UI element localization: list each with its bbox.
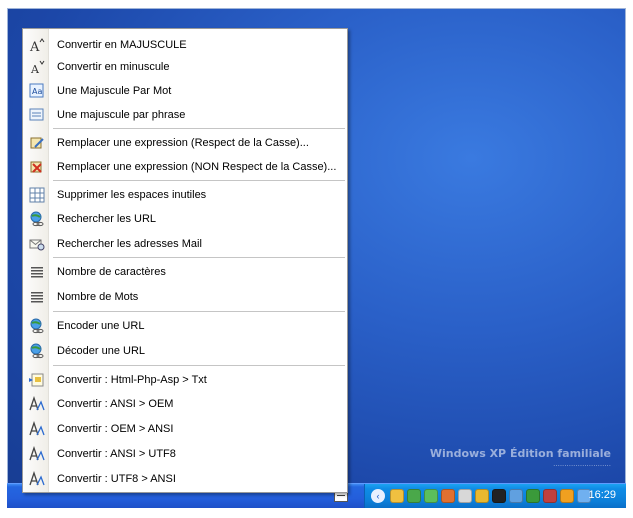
- remove-spaces-icon: [29, 187, 45, 203]
- menu-item-encode-url[interactable]: Encoder une URL: [25, 315, 345, 337]
- capitalize-word-icon: Aa: [29, 83, 45, 99]
- menu-separator: [53, 180, 345, 181]
- menu-separator: [53, 128, 345, 129]
- menu-item-decode-url[interactable]: Décoder une URL: [25, 340, 345, 362]
- menu-item-label: Convertir : Html-Php-Asp > Txt: [57, 374, 207, 386]
- menu-item-label: Rechercher les URL: [57, 213, 157, 225]
- charset-convert-icon: [29, 471, 45, 487]
- menu-item-label: Remplacer une expression (Respect de la …: [57, 137, 309, 149]
- menu-item-utf8-to-ansi[interactable]: Convertir : UTF8 > ANSI: [25, 468, 345, 490]
- replace-case-icon: [29, 135, 45, 151]
- menu-item-ansi-to-utf8[interactable]: Convertir : ANSI > UTF8: [25, 443, 345, 465]
- tray-app-icon[interactable]: [441, 489, 455, 503]
- tray-app-icon[interactable]: [407, 489, 421, 503]
- menu-item-label: Nombre de caractères: [57, 266, 166, 278]
- tray-app-icon[interactable]: [543, 489, 557, 503]
- menu-item-label: Convertir : UTF8 > ANSI: [57, 473, 176, 485]
- menu-separator: [53, 311, 345, 312]
- os-watermark: Windows XP Édition familiale ···········…: [430, 447, 611, 470]
- menu-item-replace-nocase[interactable]: Remplacer une expression (NON Respect de…: [25, 156, 345, 178]
- menu-separator: [53, 257, 345, 258]
- os-watermark-title: Windows XP Édition familiale: [429, 447, 611, 460]
- globe-link-icon: [29, 211, 45, 227]
- menu-item-label: Encoder une URL: [57, 320, 145, 332]
- menu-separator: [53, 365, 345, 366]
- charset-convert-icon: [29, 446, 45, 462]
- menu-item-ansi-to-oem[interactable]: Convertir : ANSI > OEM: [25, 393, 345, 415]
- menu-item-label: Remplacer une expression (NON Respect de…: [57, 161, 337, 173]
- menu-item-label: Nombre de Mots: [57, 291, 139, 303]
- tray-app-icon[interactable]: [475, 489, 489, 503]
- menu-item-remove-spaces[interactable]: Supprimer les espaces inutiles: [25, 184, 345, 206]
- menu-item-label: Convertir en MAJUSCULE: [57, 39, 187, 51]
- menu-item-capitalize-word[interactable]: Aa Une Majuscule Par Mot: [25, 80, 345, 102]
- replace-nocase-icon: [29, 159, 45, 175]
- menu-item-oem-to-ansi[interactable]: Convertir : OEM > ANSI: [25, 418, 345, 440]
- lines-icon: [29, 289, 45, 305]
- tray-app-icon[interactable]: [526, 489, 540, 503]
- uppercase-a-icon: A: [29, 37, 45, 53]
- menu-item-label: Convertir : OEM > ANSI: [57, 423, 174, 435]
- system-tray: ‹ 16:29: [364, 484, 626, 508]
- tray-app-icon[interactable]: [390, 489, 404, 503]
- globe-link-icon: [29, 343, 45, 359]
- menu-item-label: Convertir : ANSI > OEM: [57, 398, 174, 410]
- menu-item-label: Convertir en minuscule: [57, 61, 170, 73]
- tray-app-icon[interactable]: [560, 489, 574, 503]
- menu-item-uppercase[interactable]: A Convertir en MAJUSCULE: [25, 34, 345, 56]
- charset-convert-icon: [29, 421, 45, 437]
- menu-item-html-to-txt[interactable]: Convertir : Html-Php-Asp > Txt: [25, 369, 345, 391]
- lowercase-a-icon: A: [29, 59, 45, 75]
- menu-item-label: Rechercher les adresses Mail: [57, 238, 202, 250]
- capitalize-sentence-icon: [29, 107, 45, 123]
- globe-link-icon: [29, 318, 45, 334]
- mail-search-icon: [29, 236, 45, 252]
- menu-item-label: Supprimer les espaces inutiles: [57, 189, 207, 201]
- menu-item-lowercase[interactable]: A Convertir en minuscule: [25, 56, 345, 78]
- tray-expand-icon[interactable]: ‹: [371, 489, 385, 503]
- menu-item-word-count[interactable]: Nombre de Mots: [25, 286, 345, 308]
- menu-item-replace-case[interactable]: Remplacer une expression (Respect de la …: [25, 132, 345, 154]
- menu-item-label: Une majuscule par phrase: [57, 109, 186, 121]
- menu-item-label: Convertir : ANSI > UTF8: [57, 448, 176, 460]
- lines-icon: [29, 264, 45, 280]
- tray-app-icon[interactable]: [458, 489, 472, 503]
- svg-text:A: A: [30, 63, 40, 75]
- menu-item-find-urls[interactable]: Rechercher les URL: [25, 208, 345, 230]
- taskbar-clock[interactable]: 16:29: [588, 489, 616, 501]
- menu-item-find-emails[interactable]: Rechercher les adresses Mail: [25, 233, 345, 255]
- svg-text:Aa: Aa: [32, 87, 42, 96]
- tray-app-icon[interactable]: [509, 489, 523, 503]
- html-convert-icon: [29, 372, 45, 388]
- tray-app-icon[interactable]: [492, 489, 506, 503]
- context-menu: A Convertir en MAJUSCULE A Convertir en …: [22, 28, 348, 493]
- tray-app-icon[interactable]: [424, 489, 438, 503]
- menu-item-capitalize-sentence[interactable]: Une majuscule par phrase: [25, 104, 345, 126]
- charset-convert-icon: [29, 396, 45, 412]
- menu-item-char-count[interactable]: Nombre de caractères: [25, 261, 345, 283]
- menu-item-label: Une Majuscule Par Mot: [57, 85, 172, 97]
- menu-item-label: Décoder une URL: [57, 345, 146, 357]
- os-watermark-build: ··························: [553, 462, 611, 470]
- svg-text:A: A: [29, 40, 40, 53]
